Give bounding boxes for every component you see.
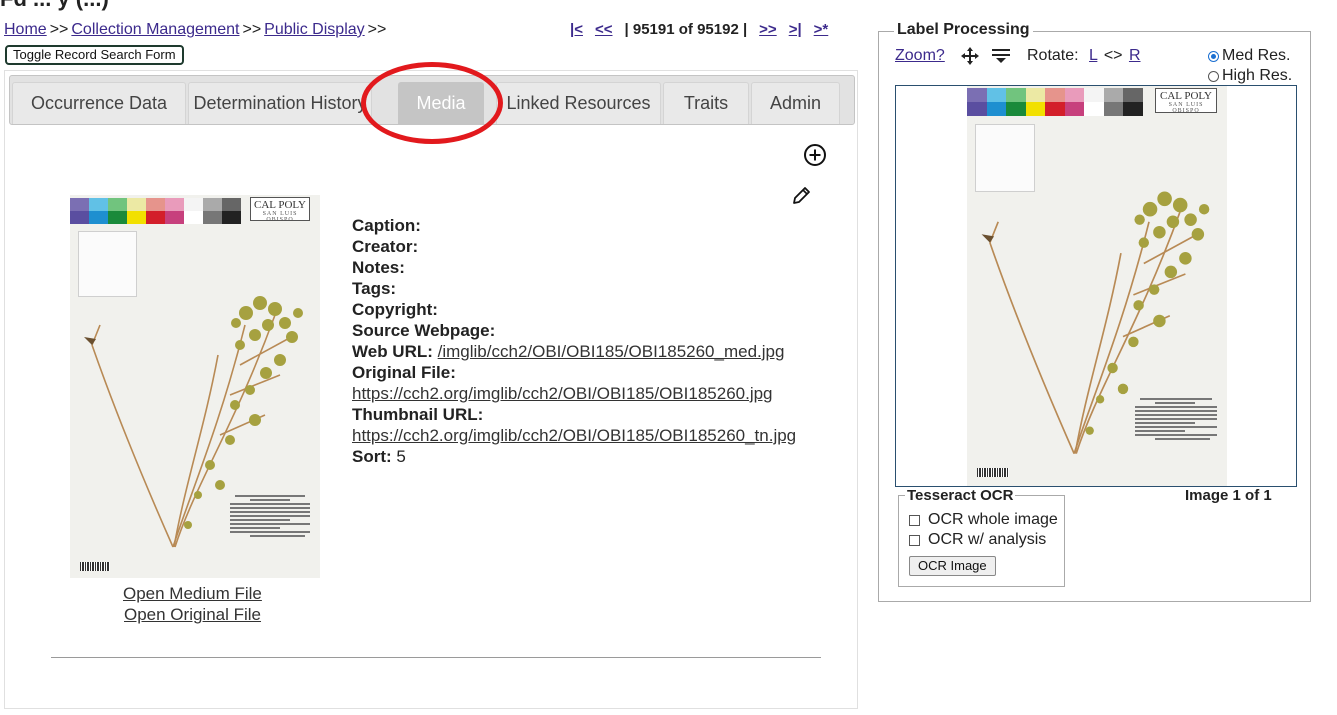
ocr-whole-image-option[interactable]: OCR whole image bbox=[909, 511, 1058, 529]
add-circle-icon[interactable] bbox=[803, 143, 827, 167]
media-metadata: Caption: Creator: Notes: Tags: Copyright… bbox=[352, 215, 796, 467]
filter-lines-icon[interactable] bbox=[990, 46, 1012, 66]
record-count: | 95191 of 95192 | bbox=[624, 21, 748, 38]
rotate-separator: <> bbox=[1103, 47, 1123, 64]
tesseract-ocr-legend: Tesseract OCR bbox=[905, 487, 1016, 504]
barcode bbox=[80, 562, 110, 571]
sort-value: 5 bbox=[396, 447, 406, 466]
caption-label: Caption: bbox=[352, 216, 421, 235]
breadcrumb-collection-management[interactable]: Collection Management bbox=[71, 21, 239, 38]
rotate-right-link[interactable]: R bbox=[1129, 47, 1141, 64]
new-record-link[interactable]: >* bbox=[814, 21, 829, 38]
tab-determination-history[interactable]: Determination History bbox=[188, 82, 372, 124]
toggle-record-search-form-button[interactable]: Toggle Record Search Form bbox=[5, 45, 184, 65]
tab-occurrence-data[interactable]: Occurrence Data bbox=[12, 82, 186, 124]
open-medium-file-link[interactable]: Open Medium File bbox=[123, 584, 262, 604]
specimen-large-image[interactable]: CAL POLY SAN LUIS OBISPO bbox=[967, 86, 1227, 486]
specimen-thumbnail-image[interactable]: CAL POLY SAN LUIS OBISPO bbox=[70, 195, 320, 578]
web-url-link[interactable]: /imglib/cch2/OBI/OBI185/OBI185260_med.jp… bbox=[438, 342, 785, 361]
thumbnail-url-link[interactable]: https://cch2.org/imglib/cch2/OBI/OBI185/… bbox=[352, 426, 796, 445]
web-url-label: Web URL: bbox=[352, 342, 433, 361]
first-record-link[interactable]: |< bbox=[570, 21, 583, 38]
med-res-option[interactable]: Med Res. bbox=[1208, 47, 1290, 65]
record-navigation: |< << | 95191 of 95192 | >> >| >* bbox=[570, 21, 828, 38]
tab-traits[interactable]: Traits bbox=[663, 82, 749, 124]
original-file-link[interactable]: https://cch2.org/imglib/cch2/OBI/OBI185/… bbox=[352, 384, 773, 403]
label-processing-legend: Label Processing bbox=[894, 21, 1033, 39]
sort-label: Sort: bbox=[352, 447, 392, 466]
image-count: Image 1 of 1 bbox=[1185, 487, 1272, 504]
ocr-analysis-label: OCR w/ analysis bbox=[928, 531, 1047, 548]
breadcrumb-public-display[interactable]: Public Display bbox=[264, 21, 364, 38]
zoom-link[interactable]: Zoom? bbox=[895, 47, 945, 65]
breadcrumb-separator: >> bbox=[49, 21, 69, 38]
specimen-label bbox=[1135, 398, 1217, 442]
med-res-radio[interactable] bbox=[1208, 50, 1219, 62]
ocr-whole-image-checkbox[interactable] bbox=[909, 514, 920, 526]
move-arrows-icon[interactable] bbox=[960, 46, 980, 66]
specimen-label bbox=[230, 495, 310, 539]
ocr-analysis-checkbox[interactable] bbox=[909, 534, 920, 546]
ocr-whole-image-label: OCR whole image bbox=[928, 511, 1058, 528]
original-file-label: Original File: bbox=[352, 363, 456, 382]
high-res-option[interactable]: High Res. bbox=[1208, 67, 1292, 85]
breadcrumb: Home >> Collection Management >> Public Disp… bbox=[4, 21, 389, 39]
breadcrumb-separator: >> bbox=[367, 21, 387, 38]
thumbnail-url-label: Thumbnail URL: bbox=[352, 405, 484, 424]
ocr-analysis-option[interactable]: OCR w/ analysis bbox=[909, 531, 1046, 549]
high-res-radio[interactable] bbox=[1208, 70, 1219, 82]
divider bbox=[51, 657, 821, 658]
notes-label: Notes: bbox=[352, 258, 405, 277]
rotate-label: Rotate: bbox=[1027, 47, 1079, 64]
barcode bbox=[977, 468, 1009, 477]
open-original-file-link[interactable]: Open Original File bbox=[124, 605, 261, 625]
page-title-partial: Fd ... y (...) bbox=[0, 0, 109, 12]
source-webpage-label: Source Webpage: bbox=[352, 321, 496, 340]
pencil-icon[interactable] bbox=[790, 185, 812, 207]
breadcrumb-home[interactable]: Home bbox=[4, 21, 47, 38]
high-res-label: High Res. bbox=[1222, 67, 1293, 84]
tab-linked-resources[interactable]: Linked Resources bbox=[496, 82, 661, 124]
breadcrumb-separator: >> bbox=[242, 21, 262, 38]
previous-record-link[interactable]: << bbox=[595, 21, 613, 38]
med-res-label: Med Res. bbox=[1222, 47, 1291, 64]
tab-admin[interactable]: Admin bbox=[751, 82, 840, 124]
next-record-link[interactable]: >> bbox=[759, 21, 777, 38]
tab-media[interactable]: Media bbox=[398, 82, 484, 124]
rotate-left-link[interactable]: L bbox=[1089, 47, 1097, 64]
last-record-link[interactable]: >| bbox=[789, 21, 802, 38]
rotate-controls: Rotate: L <> R bbox=[1027, 47, 1141, 65]
tags-label: Tags: bbox=[352, 279, 397, 298]
creator-label: Creator: bbox=[352, 237, 419, 256]
copyright-label: Copyright: bbox=[352, 300, 438, 319]
ocr-image-button[interactable]: OCR Image bbox=[909, 556, 996, 576]
